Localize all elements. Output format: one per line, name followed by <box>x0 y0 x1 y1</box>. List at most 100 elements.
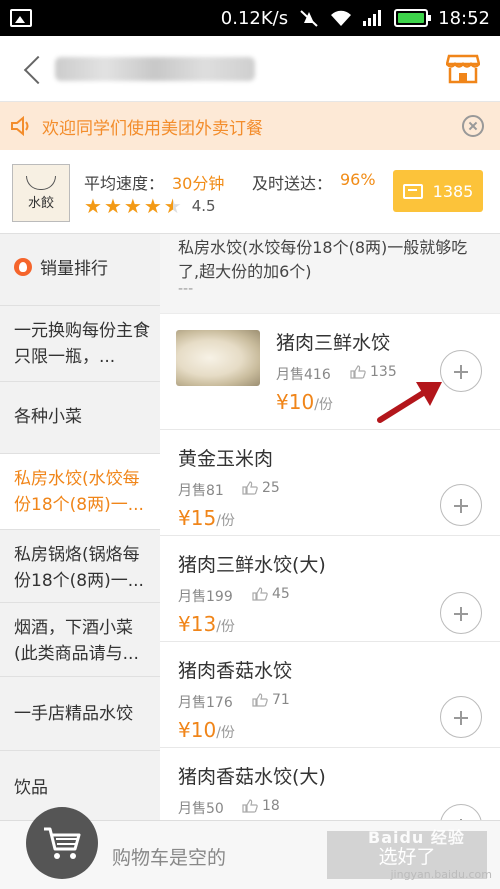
add-to-cart-button[interactable] <box>440 696 482 738</box>
sidebar-item-drinks-snacks[interactable]: 烟酒，下酒小菜(此类商品请与... <box>0 603 160 677</box>
notice-text: 欢迎同学们使用美团外卖订餐 <box>42 118 263 139</box>
menu-item[interactable]: 猪肉三鲜水饺 月售416 135 ¥10/份 <box>160 314 500 430</box>
sidebar-item-label: 饮品 <box>14 778 48 798</box>
monthly-sales: 月售176 <box>178 695 233 711</box>
clock: 18:52 <box>438 7 490 29</box>
thumbs-up-icon <box>242 481 258 495</box>
shop-logo: 水餃 <box>12 164 70 222</box>
notice-bar: 欢迎同学们使用美团外卖订餐 <box>0 102 500 150</box>
price-unit: /份 <box>314 397 333 413</box>
category-description-text: 私房水饺(水饺每份18个(8两)一般就够吃了,超大份的加6个) <box>178 238 468 281</box>
sidebar-item-private-dumplings[interactable]: 私房水饺(水饺每份18个(8两)一... <box>0 454 160 530</box>
half-star-icon: ★ <box>163 194 182 218</box>
category-sidebar: 销量排行 一元换购每份主食只限一瓶，... 各种小菜 私房水饺(水饺每份18个(… <box>0 234 160 820</box>
close-icon[interactable] <box>462 115 484 137</box>
star-icon: ★ <box>123 194 142 218</box>
ontime-value: 96% <box>340 170 376 189</box>
price-value: ¥10 <box>178 718 217 742</box>
rating-stars: ★ ★ ★ ★ ★ 4.5 <box>84 196 216 216</box>
likes-count: 71 <box>272 692 290 708</box>
likes-count: 25 <box>262 480 280 496</box>
dish-name: 猪肉香菇水饺(大) <box>178 766 326 788</box>
app-header <box>0 36 500 102</box>
avg-speed-label: 平均速度： <box>84 174 165 193</box>
menu-item[interactable]: 猪肉香菇水饺 月售176 71 ¥10/份 <box>160 642 500 748</box>
add-to-cart-button[interactable] <box>440 804 482 820</box>
bowl-icon <box>26 175 56 190</box>
dish-price: ¥15/份 <box>178 506 235 530</box>
menu-item[interactable]: 猪肉三鲜水饺(大) 月售199 45 ¥13/份 <box>160 536 500 642</box>
sidebar-item-label: 烟酒，下酒小菜(此类商品请与... <box>14 618 139 664</box>
back-icon[interactable] <box>0 36 50 102</box>
monthly-sales: 月售81 <box>178 483 224 499</box>
sidebar-item-label: 私房锅烙(锅烙每份18个(8两)一... <box>14 545 144 591</box>
price-unit: /份 <box>216 725 235 741</box>
sidebar-item-signature-dumplings[interactable]: 一手店精品水饺 <box>0 677 160 751</box>
likes: 45 <box>252 586 290 602</box>
dish-price: ¥10/份 <box>276 390 333 414</box>
watermark: Baidu 经验 <box>368 828 465 847</box>
likes-count: 45 <box>272 586 290 602</box>
shop-logo-text: 水餃 <box>27 195 54 211</box>
fire-icon <box>14 258 32 276</box>
battery-icon <box>394 9 432 27</box>
shop-title-blurred <box>55 56 255 81</box>
category-description-more: --- <box>178 281 194 297</box>
signal-icon <box>363 10 382 26</box>
sidebar-item-bestsellers[interactable]: 销量排行 <box>0 234 160 306</box>
cart-icon <box>44 827 81 859</box>
likes: 18 <box>242 798 280 814</box>
wifi-icon <box>331 10 352 26</box>
monthly-sales: 月售416 <box>276 367 331 383</box>
add-to-cart-button[interactable] <box>440 484 482 526</box>
avg-speed-value: 30分钟 <box>172 174 225 193</box>
sidebar-item-potstickers[interactable]: 私房锅烙(锅烙每份18个(8两)一... <box>0 530 160 603</box>
sidebar-item-side-dishes[interactable]: 各种小菜 <box>0 382 160 454</box>
sidebar-item-label: 销量排行 <box>40 259 108 279</box>
likes: 71 <box>252 692 290 708</box>
dish-name: 猪肉香菇水饺 <box>178 660 293 682</box>
dish-name: 猪肉三鲜水饺(大) <box>178 554 326 576</box>
sidebar-item-label: 私房水饺(水饺每份18个(8两)一... <box>14 469 144 515</box>
price-unit: /份 <box>216 513 235 529</box>
likes: 25 <box>242 480 280 496</box>
thumbs-up-icon <box>252 587 268 601</box>
add-to-cart-button[interactable] <box>440 592 482 634</box>
thumbs-up-icon <box>252 693 268 707</box>
reviews-button[interactable]: 1385 <box>393 170 483 212</box>
thumbs-up-icon <box>242 799 258 813</box>
mute-icon <box>300 10 318 27</box>
monthly-sales: 月售50 <box>178 801 224 817</box>
menu-item[interactable]: 黄金玉米肉 月售81 25 ¥15/份 <box>160 430 500 536</box>
monthly-sales: 月售199 <box>178 589 233 605</box>
sidebar-item-label: 一手店精品水饺 <box>14 704 133 724</box>
dish-name: 黄金玉米肉 <box>178 448 274 470</box>
dish-price: ¥13/份 <box>178 612 235 636</box>
star-icon: ★ <box>143 194 162 218</box>
gallery-icon <box>10 9 32 27</box>
dish-name: 猪肉三鲜水饺 <box>276 332 391 354</box>
sidebar-item-label: 各种小菜 <box>14 407 82 427</box>
price-value: ¥13 <box>178 612 217 636</box>
rating-value: 4.5 <box>191 197 216 215</box>
ontime-label: 及时送达： <box>252 174 333 193</box>
star-icon: ★ <box>103 194 122 218</box>
storefront-icon[interactable] <box>446 54 480 84</box>
menu-list: 私房水饺(水饺每份18个(8两)一般就够吃了,超大份的加6个) --- 猪肉三鲜… <box>160 234 500 820</box>
network-speed: 0.12K/s <box>220 7 289 29</box>
sidebar-item-combo[interactable]: 一元换购每份主食只限一瓶，... <box>0 306 160 382</box>
price-unit: /份 <box>216 619 235 635</box>
add-to-cart-button[interactable] <box>440 350 482 392</box>
thumbs-up-icon <box>350 365 366 379</box>
star-icon: ★ <box>84 194 102 218</box>
watermark-url: jingyan.baidu.com <box>390 868 492 881</box>
status-right: 0.12K/s 18:52 <box>221 8 490 29</box>
price-value: ¥10 <box>276 390 315 414</box>
sidebar-item-beverages[interactable]: 饮品 <box>0 751 160 820</box>
menu-item[interactable]: 猪肉香菇水饺(大) 月售50 18 <box>160 748 500 820</box>
dish-price: ¥10/份 <box>178 718 235 742</box>
price-value: ¥15 <box>178 506 217 530</box>
cart-button[interactable] <box>26 807 98 879</box>
likes-count: 18 <box>262 798 280 814</box>
cart-empty-text: 购物车是空的 <box>112 847 227 869</box>
